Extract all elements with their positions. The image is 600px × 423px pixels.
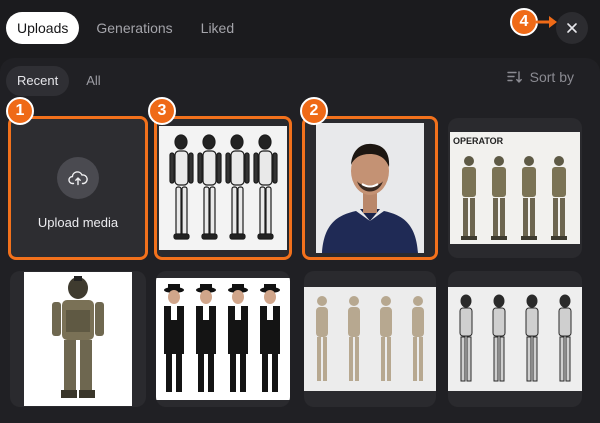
media-thumbnail[interactable] [304, 271, 436, 407]
media-thumbnail[interactable] [156, 271, 290, 407]
sort-icon [506, 71, 522, 83]
annotation-badge: 1 [6, 97, 34, 125]
soldier-lineup-image: OPERATOR [450, 132, 580, 244]
annotation-arrow-icon [536, 16, 557, 28]
media-thumbnail[interactable] [304, 118, 436, 258]
upload-icon-circle [57, 156, 99, 199]
robot-turnaround-image [159, 126, 287, 250]
sort-by-button[interactable]: Sort by [506, 69, 574, 85]
close-icon [567, 23, 577, 33]
sort-by-label: Sort by [529, 69, 574, 85]
annotation-badge: 4 [510, 8, 538, 36]
media-thumbnail[interactable] [448, 271, 582, 407]
media-thumbnail[interactable] [156, 118, 290, 258]
cloud-upload-icon [68, 170, 88, 185]
library-tabs: Uploads Generations Liked [6, 12, 245, 44]
close-button[interactable] [556, 12, 588, 44]
filter-all[interactable]: All [75, 66, 111, 96]
group-photo-image [156, 278, 290, 400]
upload-media-label: Upload media [37, 214, 119, 230]
robot-turnaround-image [448, 287, 582, 391]
media-thumbnail[interactable]: OPERATOR [448, 118, 582, 258]
tab-uploads[interactable]: Uploads [6, 12, 80, 44]
annotation-badge: 2 [300, 97, 328, 125]
filter-chips: Recent All [6, 66, 112, 96]
soldier-image [24, 272, 132, 406]
annotation-badge: 3 [148, 97, 176, 125]
svg-text:OPERATOR: OPERATOR [453, 136, 504, 146]
media-thumbnail[interactable] [10, 271, 146, 407]
media-library-panel: Uploads Generations Liked Recent All Sor… [0, 0, 600, 423]
filter-recent[interactable]: Recent [6, 66, 70, 96]
mannequin-image [304, 287, 436, 391]
portrait-image [316, 123, 424, 253]
tab-liked[interactable]: Liked [190, 12, 245, 44]
tab-generations[interactable]: Generations [85, 12, 183, 44]
upload-media-tile[interactable]: Upload media [10, 118, 146, 258]
